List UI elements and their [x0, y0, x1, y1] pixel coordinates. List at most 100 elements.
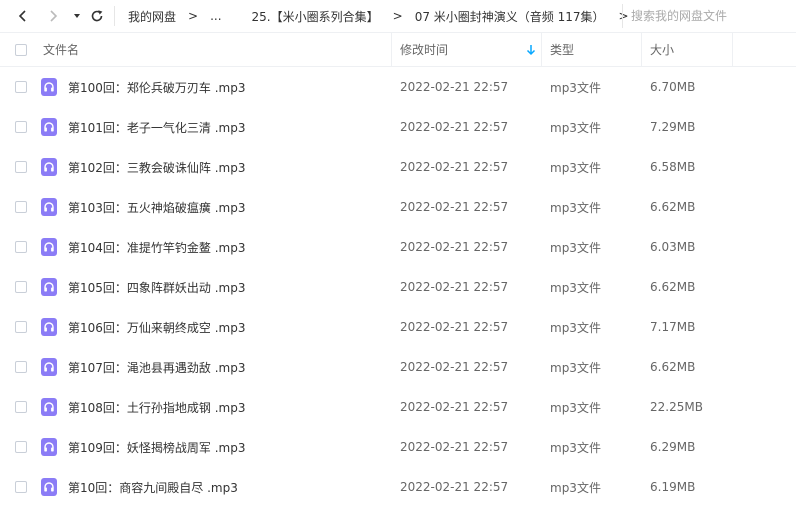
- headphones-icon: [44, 242, 54, 252]
- file-list: 第100回：郑伦兵破万刃车 .mp3 2022-02-21 22:57 mp3文…: [0, 67, 796, 507]
- row-select-cell: [15, 267, 27, 307]
- headphones-icon: [44, 482, 54, 492]
- file-name[interactable]: 第100回：郑伦兵破万刃车 .mp3: [68, 67, 245, 107]
- file-modified-time: 2022-02-21 22:57: [400, 360, 509, 374]
- file-row[interactable]: 第103回：五火神焰破瘟癀 .mp3 2022-02-21 22:57 mp3文…: [0, 187, 796, 227]
- file-modified-time: 2022-02-21 22:57: [400, 320, 509, 334]
- row-select-cell: [15, 67, 27, 107]
- search-input[interactable]: [623, 8, 793, 24]
- audio-file-icon: [41, 118, 57, 136]
- file-icon-cell: [41, 467, 57, 507]
- row-checkbox[interactable]: [15, 121, 27, 133]
- file-type: mp3文件: [550, 200, 601, 215]
- file-row[interactable]: 第105回：四象阵群妖出动 .mp3 2022-02-21 22:57 mp3文…: [0, 267, 796, 307]
- file-row[interactable]: 第108回：土行孙指地成钢 .mp3 2022-02-21 22:57 mp3文…: [0, 387, 796, 427]
- audio-file-icon: [41, 198, 57, 216]
- headphones-icon: [44, 442, 54, 452]
- row-checkbox[interactable]: [15, 281, 27, 293]
- sort-descending-icon[interactable]: [526, 44, 536, 56]
- breadcrumb-separator: >: [392, 9, 403, 23]
- row-checkbox[interactable]: [15, 201, 27, 213]
- headphones-icon: [44, 402, 54, 412]
- row-checkbox[interactable]: [15, 361, 27, 373]
- breadcrumb-item-current-folder[interactable]: 07 米小圈封神演义（音频 117集）: [415, 8, 605, 25]
- file-modified-time: 2022-02-21 22:57: [400, 80, 509, 94]
- audio-file-icon: [41, 478, 57, 496]
- toolbar-divider: [114, 6, 115, 26]
- file-name[interactable]: 第109回：妖怪揭榜战周军 .mp3: [68, 427, 245, 467]
- row-checkbox[interactable]: [15, 161, 27, 173]
- row-select-cell: [15, 307, 27, 347]
- select-all-checkbox[interactable]: [15, 43, 27, 56]
- row-checkbox[interactable]: [15, 401, 27, 413]
- file-row[interactable]: 第106回：万仙来朝终成空 .mp3 2022-02-21 22:57 mp3文…: [0, 307, 796, 347]
- row-checkbox[interactable]: [15, 321, 27, 333]
- file-name[interactable]: 第106回：万仙来朝终成空 .mp3: [68, 307, 245, 347]
- file-row[interactable]: 第102回：三教会破诛仙阵 .mp3 2022-02-21 22:57 mp3文…: [0, 147, 796, 187]
- file-row[interactable]: 第100回：郑伦兵破万刃车 .mp3 2022-02-21 22:57 mp3文…: [0, 67, 796, 107]
- chevron-left-icon: [18, 10, 26, 22]
- breadcrumb-item-series-collection[interactable]: 25.【米小圈系列合集】: [252, 8, 379, 25]
- breadcrumb-item-ellipsis[interactable]: ...: [210, 9, 221, 23]
- row-checkbox[interactable]: [15, 241, 27, 253]
- file-modified-time: 2022-02-21 22:57: [400, 440, 509, 454]
- search-box: [622, 4, 796, 28]
- file-name[interactable]: 第10回：商容九间殿自尽 .mp3: [68, 467, 238, 507]
- file-modified-time: 2022-02-21 22:57: [400, 240, 509, 254]
- refresh-button[interactable]: [86, 4, 108, 28]
- row-select-cell: [15, 387, 27, 427]
- file-icon-cell: [41, 187, 57, 227]
- file-name[interactable]: 第107回：渑池县再遇劲敌 .mp3: [68, 347, 245, 387]
- file-row[interactable]: 第109回：妖怪揭榜战周军 .mp3 2022-02-21 22:57 mp3文…: [0, 427, 796, 467]
- file-name[interactable]: 第104回：准提竹竿钓金鳌 .mp3: [68, 227, 245, 267]
- row-select-cell: [15, 187, 27, 227]
- file-size: 6.19MB: [650, 480, 696, 494]
- file-name[interactable]: 第105回：四象阵群妖出动 .mp3: [68, 267, 245, 307]
- audio-file-icon: [41, 318, 57, 336]
- breadcrumb-item-my-drive[interactable]: 我的网盘: [128, 8, 176, 25]
- row-select-cell: [15, 227, 27, 267]
- file-type: mp3文件: [550, 280, 601, 295]
- column-divider: [732, 33, 733, 66]
- row-checkbox[interactable]: [15, 81, 27, 93]
- file-size: 6.70MB: [650, 80, 696, 94]
- file-name[interactable]: 第102回：三教会破诛仙阵 .mp3: [68, 147, 245, 187]
- column-header-modified[interactable]: 修改时间: [400, 33, 448, 66]
- column-header-type[interactable]: 类型: [550, 33, 574, 66]
- file-modified-time: 2022-02-21 22:57: [400, 200, 509, 214]
- back-button[interactable]: [12, 4, 34, 28]
- file-type: mp3文件: [550, 320, 601, 335]
- file-size: 7.17MB: [650, 320, 696, 334]
- file-name[interactable]: 第108回：土行孙指地成钢 .mp3: [68, 387, 245, 427]
- file-size: 6.58MB: [650, 160, 696, 174]
- file-icon-cell: [41, 427, 57, 467]
- file-row[interactable]: 第101回：老子一气化三清 .mp3 2022-02-21 22:57 mp3文…: [0, 107, 796, 147]
- file-size: 6.62MB: [650, 360, 696, 374]
- file-row[interactable]: 第107回：渑池县再遇劲敌 .mp3 2022-02-21 22:57 mp3文…: [0, 347, 796, 387]
- file-type: mp3文件: [550, 160, 601, 175]
- file-size: 7.29MB: [650, 120, 696, 134]
- headphones-icon: [44, 122, 54, 132]
- breadcrumb-separator: >: [188, 9, 199, 23]
- row-select-cell: [15, 107, 27, 147]
- file-name[interactable]: 第101回：老子一气化三清 .mp3: [68, 107, 245, 147]
- column-header-size[interactable]: 大小: [650, 33, 674, 66]
- history-dropdown-button[interactable]: [66, 4, 88, 28]
- file-type: mp3文件: [550, 400, 601, 415]
- file-row[interactable]: 第104回：准提竹竿钓金鳌 .mp3 2022-02-21 22:57 mp3文…: [0, 227, 796, 267]
- file-size: 6.03MB: [650, 240, 696, 254]
- column-divider: [641, 33, 642, 66]
- file-name[interactable]: 第103回：五火神焰破瘟癀 .mp3: [68, 187, 245, 227]
- file-row[interactable]: 第10回：商容九间殿自尽 .mp3 2022-02-21 22:57 mp3文件…: [0, 467, 796, 507]
- row-checkbox[interactable]: [15, 481, 27, 493]
- row-checkbox[interactable]: [15, 441, 27, 453]
- file-type: mp3文件: [550, 80, 601, 95]
- file-modified-time: 2022-02-21 22:57: [400, 160, 509, 174]
- file-type: mp3文件: [550, 480, 601, 495]
- file-size: 6.62MB: [650, 280, 696, 294]
- forward-button[interactable]: [42, 4, 64, 28]
- audio-file-icon: [41, 78, 57, 96]
- file-icon-cell: [41, 147, 57, 187]
- caret-down-icon: [74, 14, 80, 18]
- column-header-name[interactable]: 文件名: [43, 33, 79, 66]
